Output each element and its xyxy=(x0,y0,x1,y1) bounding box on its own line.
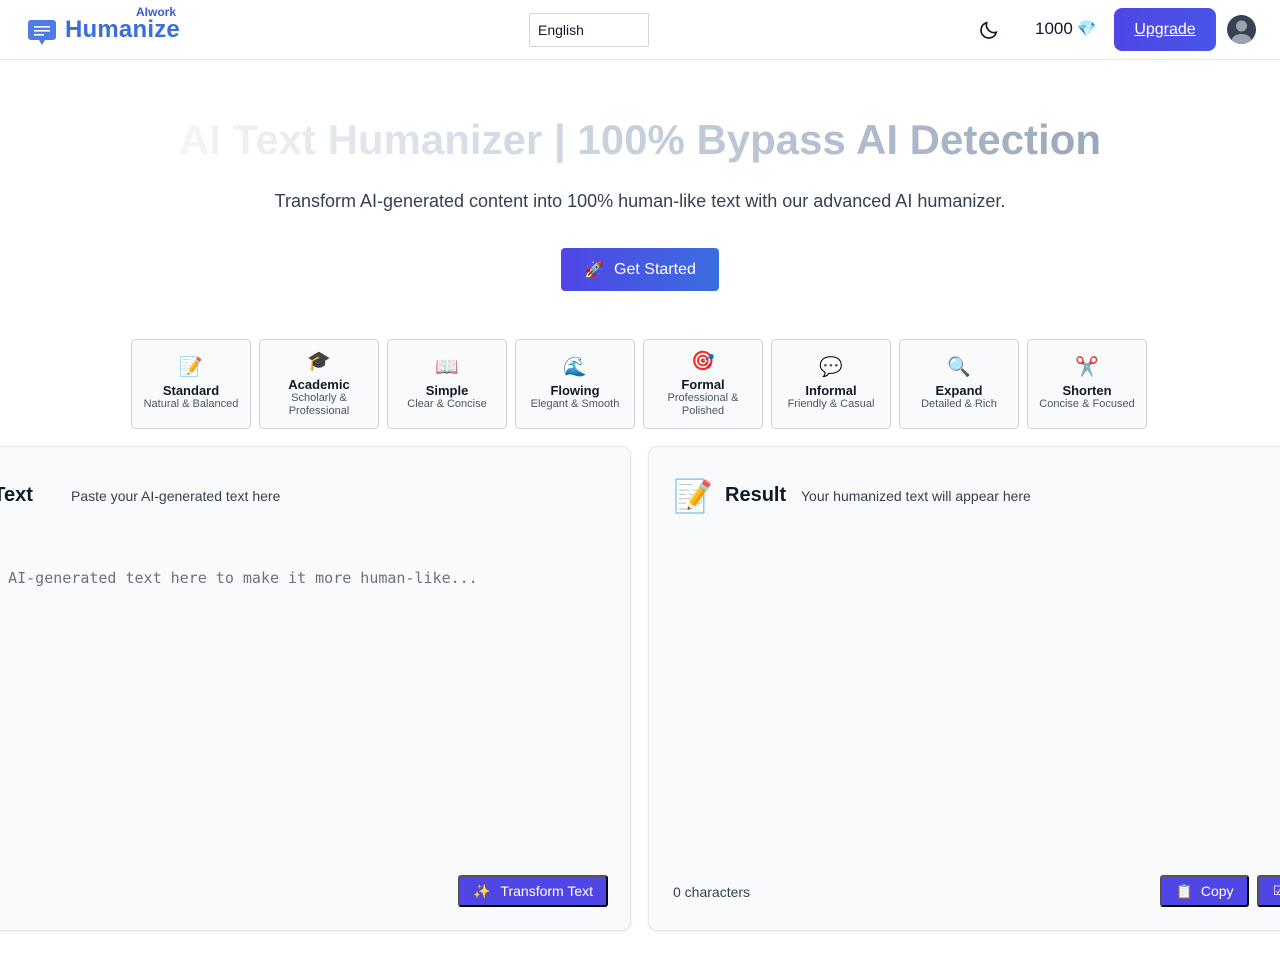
target-icon: 🎯 xyxy=(691,350,715,372)
mode-name: Standard xyxy=(162,383,220,398)
rocket-icon: 🚀 xyxy=(584,261,605,279)
result-panel-title: Result xyxy=(725,484,787,506)
mode-desc: Scholarly & Professional xyxy=(288,391,350,417)
transform-text-button[interactable]: ✨ Transform Text xyxy=(458,875,608,907)
result-panel: 📝 Result Your humanized text will appear… xyxy=(648,446,1280,931)
credits-value: 1000 xyxy=(1035,19,1073,38)
input-panel: t Text Paste your AI-generated text here… xyxy=(0,446,631,931)
magnifier-icon: 🔍 xyxy=(947,357,971,378)
user-icon xyxy=(1231,20,1252,44)
copy-label: Copy xyxy=(1200,883,1234,899)
dark-mode-moon-icon[interactable] xyxy=(978,19,1000,41)
wave-icon: 🌊 xyxy=(563,357,587,378)
check-button[interactable]: ☑ xyxy=(1257,875,1280,907)
mode-name: Shorten xyxy=(1062,383,1112,398)
sparkles-icon: ✨ xyxy=(472,882,491,899)
mode-flowing[interactable]: 🌊 Flowing Elegant & Smooth xyxy=(515,339,635,429)
mode-expand[interactable]: 🔍 Expand Detailed & Rich xyxy=(899,339,1019,429)
input-panel-hint: Paste your AI-generated text here xyxy=(71,488,281,504)
get-started-button[interactable]: 🚀 Get Started xyxy=(561,248,719,291)
upgrade-button[interactable]: Upgrade xyxy=(1114,8,1216,51)
mode-desc: Clear & Concise xyxy=(407,398,487,410)
input-textarea[interactable]: ur AI-generated text here to make it mor… xyxy=(0,569,581,587)
mode-desc: Natural & Balanced xyxy=(143,398,239,410)
character-count: 0 characters xyxy=(673,884,751,900)
open-book-icon: 📖 xyxy=(435,357,459,378)
mode-shorten[interactable]: ✂️ Shorten Concise & Focused xyxy=(1027,339,1147,429)
result-panel-hint: Your humanized text will appear here xyxy=(801,488,1031,504)
get-started-label: Get Started xyxy=(614,260,696,278)
mode-desc: Detailed & Rich xyxy=(921,398,997,410)
chat-logo-icon xyxy=(28,20,56,45)
mode-formal[interactable]: 🎯 Formal Professional & Polished xyxy=(643,339,763,429)
top-nav: AIwork Humanize English 1000 💎 Upgrade xyxy=(0,0,1280,60)
mode-simple[interactable]: 📖 Simple Clear & Concise xyxy=(387,339,507,429)
page-subtitle: Transform AI-generated content into 100%… xyxy=(274,191,1006,211)
language-select[interactable]: English xyxy=(529,13,649,47)
mode-desc: Concise & Focused xyxy=(1039,398,1135,410)
graduation-cap-icon: 🎓 xyxy=(307,350,331,372)
transform-text-label: Transform Text xyxy=(500,883,594,899)
user-avatar[interactable] xyxy=(1227,15,1256,44)
memo-icon: 📝 xyxy=(673,478,713,514)
mode-name: Expand xyxy=(935,383,983,398)
mode-selector: 📝 Standard Natural & Balanced 🎓 Academic… xyxy=(131,339,1147,429)
mode-desc: Professional & Polished xyxy=(667,391,739,417)
mode-name: Flowing xyxy=(550,383,600,398)
credits-balance: 1000 💎 xyxy=(1035,19,1097,39)
clipboard-icon: 📋 xyxy=(1175,882,1193,899)
copy-button[interactable]: 📋 Copy xyxy=(1160,875,1249,907)
mode-informal[interactable]: 💬 Informal Friendly & Casual xyxy=(771,339,891,429)
mode-name: Academic xyxy=(288,376,350,392)
mode-standard[interactable]: 📝 Standard Natural & Balanced xyxy=(131,339,251,429)
check-icon: ☑ xyxy=(1273,883,1280,898)
page-title: AI Text Humanizer | 100% Bypass AI Detec… xyxy=(0,116,1280,164)
mode-desc: Elegant & Smooth xyxy=(530,398,620,410)
speech-bubble-icon: 💬 xyxy=(819,357,843,378)
mode-name: Formal xyxy=(681,376,725,392)
scissors-icon: ✂️ xyxy=(1075,357,1099,378)
input-panel-title: t Text xyxy=(0,484,33,506)
memo-icon: 📝 xyxy=(179,357,203,378)
gem-icon: 💎 xyxy=(1076,21,1097,38)
mode-name: Simple xyxy=(425,383,469,398)
mode-academic[interactable]: 🎓 Academic Scholarly & Professional xyxy=(259,339,379,429)
mode-name: Informal xyxy=(805,383,857,398)
brand-name: Humanize xyxy=(65,16,180,43)
mode-desc: Friendly & Casual xyxy=(787,398,875,410)
